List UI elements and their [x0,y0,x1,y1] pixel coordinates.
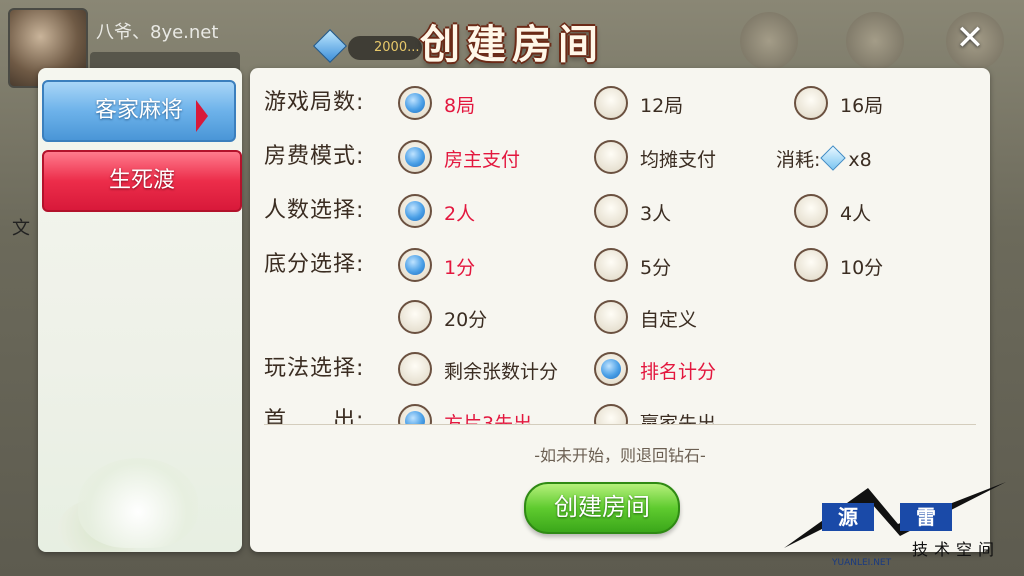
lotus-decoration [78,458,198,548]
row-label: 游戏局数: [264,90,365,115]
radio-button[interactable] [794,248,828,282]
row-play-mode: 玩法选择: 剩余张数计分 排名计分 [250,342,990,394]
row-first-play: 首 出: 方片3先出 赢家先出 [250,394,990,424]
cost-display: 消耗: x8 [776,145,872,172]
close-button[interactable]: ✕ [952,20,988,56]
watermark-url: YUANLEI.NET [832,558,892,568]
radio-button[interactable] [594,140,628,174]
option-label: 剩余张数计分 [444,361,559,383]
option-label: 16局 [840,95,884,117]
create-room-button[interactable]: 创建房间 [524,482,680,534]
radio-button[interactable] [594,352,628,386]
radio-button[interactable] [594,300,628,334]
background-text: 文 [12,218,30,239]
player-name: 八爷、8ye.net [96,22,219,43]
cost-label: 消耗: [776,149,821,171]
radio-button[interactable] [594,86,628,120]
option-label: 1分 [444,257,476,279]
row-rounds: 游戏局数: 8局 12局 16局 [250,76,990,128]
radio-button[interactable] [794,194,828,228]
option-label: 排名计分 [640,361,717,383]
row-label: 底分选择: [264,252,365,277]
radio-button[interactable] [398,300,432,334]
option-label: 自定义 [640,309,698,331]
options-scroll-area[interactable]: 游戏局数: 8局 12局 16局 房费模式: 房主支付 均摊支付 消耗: x8 … [250,68,990,424]
option-label: 20分 [444,309,488,331]
option-label: 4人 [840,203,872,225]
refund-notice: -如未开始，则退回钻石- [534,446,706,465]
option-label: 2人 [444,203,476,225]
watermark-char-2: 雷 [900,503,952,531]
row-base-score-extra: 20分 自定义 [250,290,990,342]
option-label: 方片3先出 [444,413,533,424]
option-label: 12局 [640,95,684,117]
watermark-char-1: 源 [822,503,874,531]
radio-button[interactable] [594,248,628,282]
option-label: 赢家先出 [640,413,717,424]
cost-value: x8 [848,149,872,171]
row-player-count: 人数选择: 2人 3人 4人 [250,184,990,236]
gift-icon [846,12,904,70]
diamond-icon [820,145,847,171]
radio-button[interactable] [398,352,432,386]
row-base-score: 底分选择: 1分 5分 10分 [250,238,990,290]
radio-button[interactable] [398,248,432,282]
row-fee-mode: 房费模式: 房主支付 均摊支付 消耗: x8 [250,130,990,182]
row-label: 首 出: [264,408,365,424]
radio-button[interactable] [398,404,432,424]
row-label: 人数选择: [264,198,365,223]
radio-button[interactable] [594,404,628,424]
option-label: 10分 [840,257,884,279]
radio-button[interactable] [794,86,828,120]
option-label: 房主支付 [444,149,521,171]
radio-button[interactable] [398,140,432,174]
dialog-title: 创建房间 [420,21,604,68]
radio-button[interactable] [594,194,628,228]
shop-icon [740,12,798,70]
option-label: 8局 [444,95,476,117]
game-type-panel: 客家麻将 生死渡 [38,68,242,552]
option-label: 3人 [640,203,672,225]
option-label: 均摊支付 [640,149,717,171]
radio-button[interactable] [398,86,432,120]
radio-button[interactable] [398,194,432,228]
divider [264,424,976,425]
row-label: 玩法选择: [264,356,365,381]
option-label: 5分 [640,257,672,279]
tab-shengsidu[interactable]: 生死渡 [42,150,242,212]
watermark-subtitle: 技术空间 [912,540,1001,559]
row-label: 房费模式: [264,144,365,169]
active-tab-arrow [196,100,208,132]
